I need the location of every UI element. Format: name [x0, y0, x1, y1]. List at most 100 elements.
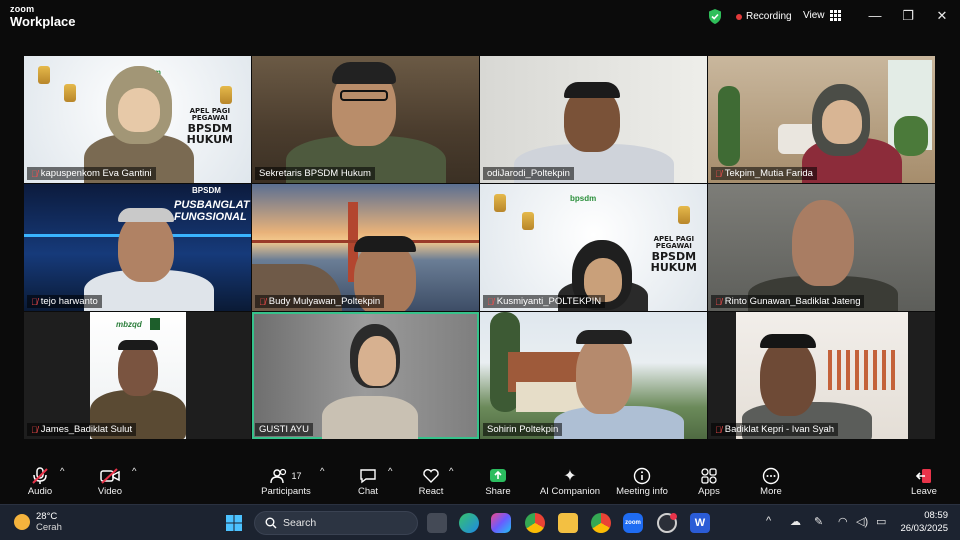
encryption-shield-icon[interactable]	[707, 8, 723, 25]
participants-options-caret-icon[interactable]: ^	[320, 466, 324, 477]
participant-name-label: 🎙̸ tejo harwanto	[27, 295, 102, 308]
participant-name-label: 🎙̸ Budy Mulyawan_Poltekpin	[255, 295, 385, 308]
audio-options-caret-icon[interactable]: ^	[60, 466, 64, 477]
participants-icon: 17	[258, 466, 314, 486]
taskbar-search-box[interactable]: Search	[254, 511, 418, 535]
wifi-icon[interactable]: ◠	[838, 515, 848, 528]
mic-muted-icon: 🎙̸	[259, 296, 266, 307]
react-label: React	[418, 486, 444, 497]
video-tile[interactable]: Sohirin Poltekpin	[480, 312, 707, 439]
participant-name: Rinto Gunawan_Badiklat Jateng	[724, 296, 861, 307]
lantern-decoration	[678, 206, 690, 224]
task-view-icon[interactable]	[427, 513, 447, 533]
participant-name: Kusmiyanti_POLTEKPIN	[496, 296, 602, 307]
windows-taskbar: 28°C Cerah Search zoom W ^ ☁ ✎ ◠ ◁) ▭ 08…	[0, 504, 960, 540]
video-button[interactable]: Video	[94, 466, 126, 497]
notification-badge	[670, 513, 677, 520]
windows-start-icon[interactable]	[224, 513, 244, 533]
word-icon[interactable]: W	[690, 513, 710, 533]
participant-name-label: 🎙̸ kapuspenkom Eva Gantini	[27, 167, 156, 180]
chrome-profile-icon[interactable]	[591, 513, 611, 533]
tassel-decoration	[828, 350, 898, 390]
close-window-icon[interactable]: ✕	[934, 8, 950, 24]
audio-button[interactable]: Audio	[24, 466, 56, 497]
video-options-caret-icon[interactable]: ^	[132, 466, 136, 477]
leave-button[interactable]: Leave	[909, 466, 939, 497]
restore-window-icon[interactable]: ❐	[900, 8, 916, 24]
record-dot-icon	[736, 13, 742, 20]
banner-line: HUKUM	[650, 261, 697, 275]
brand-bottom: Workplace	[10, 14, 76, 29]
weather-widget[interactable]: 28°C Cerah	[14, 511, 62, 533]
video-tile[interactable]: 🎙̸ Tekpim_Mutia Farida	[708, 56, 935, 183]
chrome-icon[interactable]	[525, 513, 545, 533]
recording-label: Recording	[746, 11, 792, 22]
banner-line: PUSBANGLAT	[174, 199, 250, 211]
react-button[interactable]: React	[416, 466, 446, 497]
more-label: More	[760, 486, 782, 497]
mic-muted-icon: 🎙̸	[31, 168, 38, 179]
taskbar-clock[interactable]: 08:59 26/03/2025	[900, 510, 948, 536]
mic-muted-icon: 🎙̸	[31, 296, 38, 307]
video-tile[interactable]: bpsdm APEL PAGI PEGAWAI BPSDM HUKUM 🎙̸ka…	[24, 56, 251, 183]
search-icon	[265, 517, 277, 529]
recording-indicator[interactable]: Recording	[736, 11, 792, 22]
video-tile[interactable]: odiJarodi_Poltekpin	[480, 56, 707, 183]
ai-companion-label: AI Companion	[539, 486, 601, 497]
weather-condition: Cerah	[36, 522, 62, 533]
minimize-icon[interactable]: —	[867, 8, 883, 24]
view-label: View	[803, 10, 825, 21]
participant-face	[822, 100, 862, 144]
video-tile[interactable]: 🎙̸ Rinto Gunawan_Badiklat Jateng	[708, 184, 935, 311]
more-button[interactable]: More	[757, 466, 785, 497]
participant-hair	[760, 334, 816, 348]
ai-companion-button[interactable]: ✦ AI Companion	[538, 466, 602, 497]
view-button[interactable]: View	[803, 10, 841, 21]
chat-button[interactable]: Chat	[354, 466, 382, 497]
video-tile[interactable]: 🎙̸ Badiklat Kepri - Ivan Syah	[708, 312, 935, 439]
bpsdm-small-logo: BPSDM	[192, 186, 221, 195]
apps-icon	[695, 466, 723, 486]
video-tile[interactable]: mbzqd 🎙̸ James_Badiklat Sulut	[24, 312, 251, 439]
video-tile[interactable]: bpsdm APEL PAGI PEGAWAI BPSDM HUKUM 🎙̸ Ku…	[480, 184, 707, 311]
meeting-info-label: Meeting info	[616, 486, 668, 497]
video-tile[interactable]: 🎙̸ Budy Mulyawan_Poltekpin	[252, 184, 479, 311]
share-button[interactable]: Share	[483, 466, 513, 497]
apps-label: Apps	[698, 486, 720, 497]
participant-face	[118, 342, 158, 396]
video-tile-active-speaker[interactable]: GUSTI AYU	[252, 312, 479, 439]
pen-input-icon[interactable]: ✎	[814, 515, 823, 528]
chat-options-caret-icon[interactable]: ^	[388, 466, 392, 477]
apel-pagi-banner: APEL PAGI PEGAWAI BPSDM HUKUM	[187, 107, 233, 146]
info-icon	[613, 466, 671, 486]
lantern-decoration	[220, 86, 232, 104]
clock-time: 08:59	[924, 510, 948, 521]
participant-name-label: 🎙̸ Kusmiyanti_POLTEKPIN	[483, 295, 606, 308]
video-tile[interactable]: Sekretaris BPSDM Hukum	[252, 56, 479, 183]
meeting-info-button[interactable]: Meeting info	[613, 466, 671, 497]
zoom-app-icon[interactable]: zoom	[623, 513, 643, 533]
participant-name-label: Sekretaris BPSDM Hukum	[255, 167, 375, 180]
react-options-caret-icon[interactable]: ^	[449, 466, 453, 477]
file-explorer-icon[interactable]	[558, 513, 578, 533]
participants-button[interactable]: 17 Participants	[258, 466, 314, 497]
participant-name-label: odiJarodi_Poltekpin	[483, 167, 574, 180]
leave-icon	[909, 466, 939, 486]
participant-name-label: 🎙̸ Tekpim_Mutia Farida	[711, 167, 817, 180]
weather-temperature: 28°C	[36, 511, 58, 522]
edge-browser-icon[interactable]	[459, 513, 479, 533]
participant-hair	[576, 330, 632, 344]
bpsdm-logo: bpsdm	[570, 194, 597, 203]
participant-name: Tekpim_Mutia Farida	[724, 168, 813, 179]
video-tile[interactable]: PUSBANGLAT FUNGSIONAL BPSDM 🎙̸ tejo harwa…	[24, 184, 251, 311]
apps-button[interactable]: Apps	[695, 466, 723, 497]
onedrive-cloud-icon[interactable]: ☁	[790, 515, 801, 528]
show-hidden-icons-chevron-icon[interactable]: ^	[766, 515, 771, 527]
lantern-decoration	[494, 194, 506, 212]
volume-icon[interactable]: ◁)	[856, 515, 868, 528]
copilot-icon[interactable]	[491, 513, 511, 533]
battery-icon[interactable]: ▭	[876, 515, 886, 528]
participant-name-label: Sohirin Poltekpin	[483, 423, 563, 436]
participant-name: GUSTI AYU	[259, 424, 309, 435]
meeting-toolbar: Audio ^ Video ^ 17 Participants ^ Chat ^…	[0, 460, 960, 504]
